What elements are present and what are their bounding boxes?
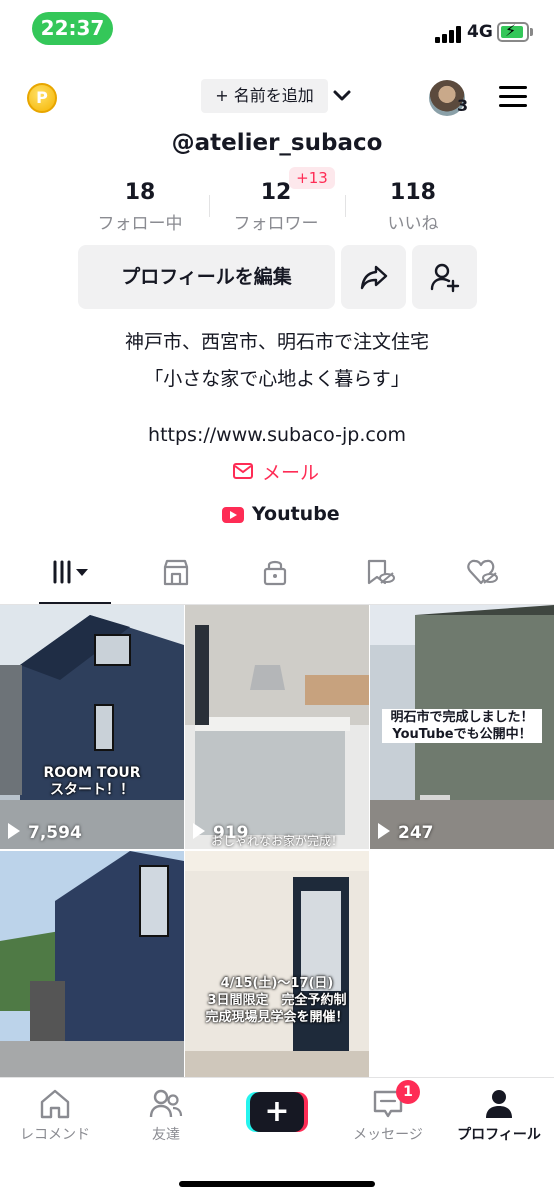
video-thumbnail[interactable]: 4/15(土)〜17(日) 3日間限定 完全予約制 完成現場見学会を開催！ bbox=[185, 851, 369, 1077]
video-thumbnail[interactable]: 919 おしゃれなお家が完成！ bbox=[185, 605, 369, 849]
following-stat[interactable]: 18 フォロー中 bbox=[82, 180, 198, 234]
status-bar: 22:37 4G ⚡ bbox=[0, 0, 554, 60]
add-friend-button[interactable] bbox=[412, 245, 477, 309]
avatar-count: 3 bbox=[457, 96, 469, 115]
lock-icon bbox=[263, 560, 287, 586]
username: @atelier_subaco bbox=[171, 130, 383, 156]
tab-videos[interactable] bbox=[45, 555, 105, 595]
add-user-icon bbox=[430, 263, 460, 293]
battery-tip bbox=[530, 28, 533, 36]
youtube-icon bbox=[222, 507, 244, 523]
likes-stat[interactable]: 118 いいね bbox=[355, 180, 471, 234]
nav-friends[interactable]: 友達 bbox=[111, 1088, 221, 1144]
status-time[interactable]: 22:37 bbox=[32, 12, 113, 45]
tab-private[interactable] bbox=[246, 555, 306, 595]
stat-divider bbox=[209, 195, 210, 217]
bio-line-1: 神戸市、西宮市、明石市で注文住宅 bbox=[124, 331, 429, 353]
bio-url-link[interactable]: https://www.subaco-jp.com bbox=[0, 424, 554, 446]
network-label: 4G bbox=[467, 22, 493, 42]
video-thumbnail[interactable]: 明石市で完成しました！ YouTubeでも公開中！ 247 bbox=[370, 605, 554, 849]
friends-icon bbox=[149, 1089, 183, 1118]
create-button[interactable]: + bbox=[246, 1092, 308, 1132]
followers-delta-badge: +13 bbox=[289, 167, 335, 189]
video-caption: 4/15(土)〜17(日) 3日間限定 完全予約制 完成現場見学会を開催！ bbox=[205, 976, 349, 1025]
bookmark-hidden-icon bbox=[367, 559, 395, 585]
share-profile-button[interactable] bbox=[341, 245, 406, 309]
video-caption: おしゃれなお家が完成！ bbox=[210, 834, 343, 848]
likes-count: 118 bbox=[390, 180, 436, 205]
home-icon bbox=[40, 1089, 70, 1119]
shop-icon bbox=[163, 559, 189, 586]
view-count: 7,594 bbox=[8, 823, 82, 843]
nav-messages[interactable]: メッセージ bbox=[333, 1088, 443, 1144]
nav-messages-label: メッセージ bbox=[353, 1127, 423, 1143]
view-count: 247 bbox=[378, 823, 434, 843]
battery-icon: ⚡ bbox=[497, 21, 529, 42]
home-indicator bbox=[179, 1181, 375, 1187]
tab-shop[interactable] bbox=[147, 555, 207, 595]
nav-profile-label: プロフィール bbox=[457, 1127, 541, 1143]
nav-home[interactable]: レコメンド bbox=[0, 1088, 110, 1144]
share-icon bbox=[360, 265, 388, 290]
heart-hidden-icon bbox=[467, 559, 498, 585]
messages-badge: 1 bbox=[396, 1080, 420, 1104]
following-label: フォロー中 bbox=[97, 214, 183, 234]
mail-label: メール bbox=[262, 462, 320, 484]
video-image bbox=[185, 851, 369, 1077]
likes-label: いいね bbox=[387, 214, 439, 234]
tab-hidden-saved[interactable] bbox=[350, 555, 410, 595]
grid-icon bbox=[53, 560, 88, 584]
nav-home-label: レコメンド bbox=[20, 1127, 90, 1143]
video-caption: 明石市で完成しました！ YouTubeでも公開中！ bbox=[382, 709, 542, 743]
following-count: 18 bbox=[124, 180, 156, 205]
video-image bbox=[0, 605, 184, 849]
signal-icon bbox=[435, 25, 461, 43]
tab-hidden-liked[interactable] bbox=[452, 555, 512, 595]
coin-icon[interactable]: P bbox=[27, 83, 57, 113]
menu-icon[interactable] bbox=[499, 86, 527, 108]
profile-icon bbox=[486, 1090, 512, 1118]
add-name-button[interactable]: + 名前を追加 bbox=[201, 79, 328, 113]
edit-profile-button[interactable]: プロフィールを編集 bbox=[78, 245, 335, 309]
video-thumbnail[interactable] bbox=[0, 851, 184, 1077]
video-caption: ROOM TOUR スタート！！ bbox=[43, 765, 141, 798]
plus-icon: + bbox=[250, 1092, 304, 1132]
bio-line-2: 「小さな家で心地よく暮らす」 bbox=[144, 368, 410, 390]
nav-profile[interactable]: プロフィール bbox=[444, 1088, 554, 1144]
mail-icon bbox=[233, 463, 253, 479]
video-thumbnail[interactable]: ROOM TOUR スタート！！ 7,594 bbox=[0, 605, 184, 849]
video-image bbox=[185, 605, 369, 849]
chevron-down-icon[interactable] bbox=[332, 86, 352, 106]
followers-label: フォロワー bbox=[233, 214, 319, 234]
nav-friends-label: 友達 bbox=[152, 1127, 180, 1143]
video-image bbox=[0, 851, 184, 1077]
stat-divider bbox=[345, 195, 346, 217]
youtube-label: Youtube bbox=[252, 503, 340, 525]
